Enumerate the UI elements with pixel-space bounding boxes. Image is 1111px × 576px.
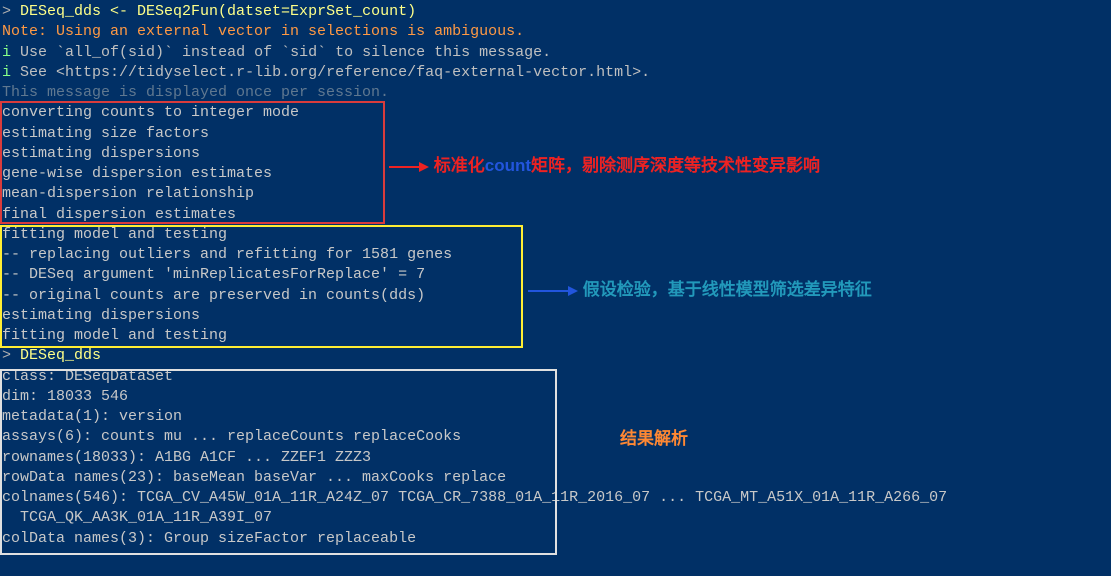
annotation-2: 假设检验，基于线性模型筛选差异特征 xyxy=(528,279,872,302)
info-icon: i xyxy=(2,64,11,81)
anno2-text: 假设检验，基于线性模型筛选差异特征 xyxy=(583,280,872,299)
prompt-symbol: > xyxy=(2,347,20,364)
cmd2-text: DESeq_dds xyxy=(20,347,101,364)
anno1-count: count xyxy=(485,156,531,175)
note-line: Note: Using an external vector in select… xyxy=(0,22,1111,42)
command-line-1: > DESeq_dds <- DESeq2Fun(datset=ExprSet_… xyxy=(0,2,1111,22)
highlight-box-red xyxy=(0,101,385,224)
highlight-box-yellow xyxy=(0,225,523,348)
anno1-suffix: 矩阵，剔除测序深度等技术性变异影响 xyxy=(531,156,820,175)
arrow-icon xyxy=(528,284,578,298)
tip1-text: Use `all_of(sid)` instead of `sid` to si… xyxy=(20,44,551,61)
annotation-3: 结果解析 xyxy=(620,428,688,451)
highlight-box-white xyxy=(0,369,557,555)
prompt-symbol: > xyxy=(2,3,20,20)
command-line-2: > DESeq_dds xyxy=(0,346,1111,366)
tip-line-1: i Use `all_of(sid)` instead of `sid` to … xyxy=(0,43,1111,63)
annotation-1: 标准化count矩阵，剔除测序深度等技术性变异影响 xyxy=(389,155,820,178)
tip-line-2: i See <https://tidyselect.r-lib.org/refe… xyxy=(0,63,1111,83)
tip2-text: See <https://tidyselect.r-lib.org/refere… xyxy=(20,64,650,81)
anno1-prefix: 标准化 xyxy=(434,156,485,175)
info-icon: i xyxy=(2,44,11,61)
cmd-text: DESeq_dds <- DESeq2Fun(datset=ExprSet_co… xyxy=(20,3,416,20)
arrow-icon xyxy=(389,160,429,174)
